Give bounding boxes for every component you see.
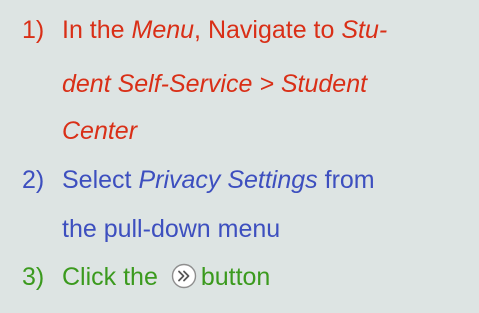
step-3-text-b: button	[200, 263, 271, 291]
step-1-text-a: In the	[62, 16, 132, 44]
step-2-line-1: 2) Select Privacy Settings from	[22, 165, 375, 195]
step-2-option: Privacy Settings	[138, 166, 318, 194]
step-2-line-2: the pull-down menu	[62, 214, 280, 244]
step-2-text-a: Select	[62, 166, 139, 194]
double-chevron-right-icon	[171, 263, 197, 289]
step-2-text-line-2: the pull-down menu	[62, 215, 281, 243]
step-1-path-part-3: Center	[62, 117, 138, 145]
step-2-number: 2)	[22, 166, 45, 194]
step-1-path-part-2: dent Self-Service > Student	[62, 70, 368, 98]
step-1-path-part-1: Stu-	[341, 16, 388, 44]
step-2-text-b: from	[317, 166, 375, 194]
step-1-text-b: , Navigate to	[194, 16, 342, 44]
step-1-number: 1)	[22, 16, 45, 44]
instruction-steps: 1) In the Menu, Navigate to Stu- dent Sel…	[0, 0, 479, 313]
step-3-number: 3)	[22, 263, 45, 291]
step-1-line-3: Center	[62, 116, 137, 146]
step-1-menu: Menu	[131, 16, 195, 44]
step-3-text-a: Click the	[62, 263, 165, 291]
step-1-line-2: dent Self-Service > Student	[62, 69, 367, 99]
step-3-line-1: 3) Click the button	[22, 262, 270, 292]
step-1-line-1: 1) In the Menu, Navigate to Stu-	[22, 15, 387, 45]
